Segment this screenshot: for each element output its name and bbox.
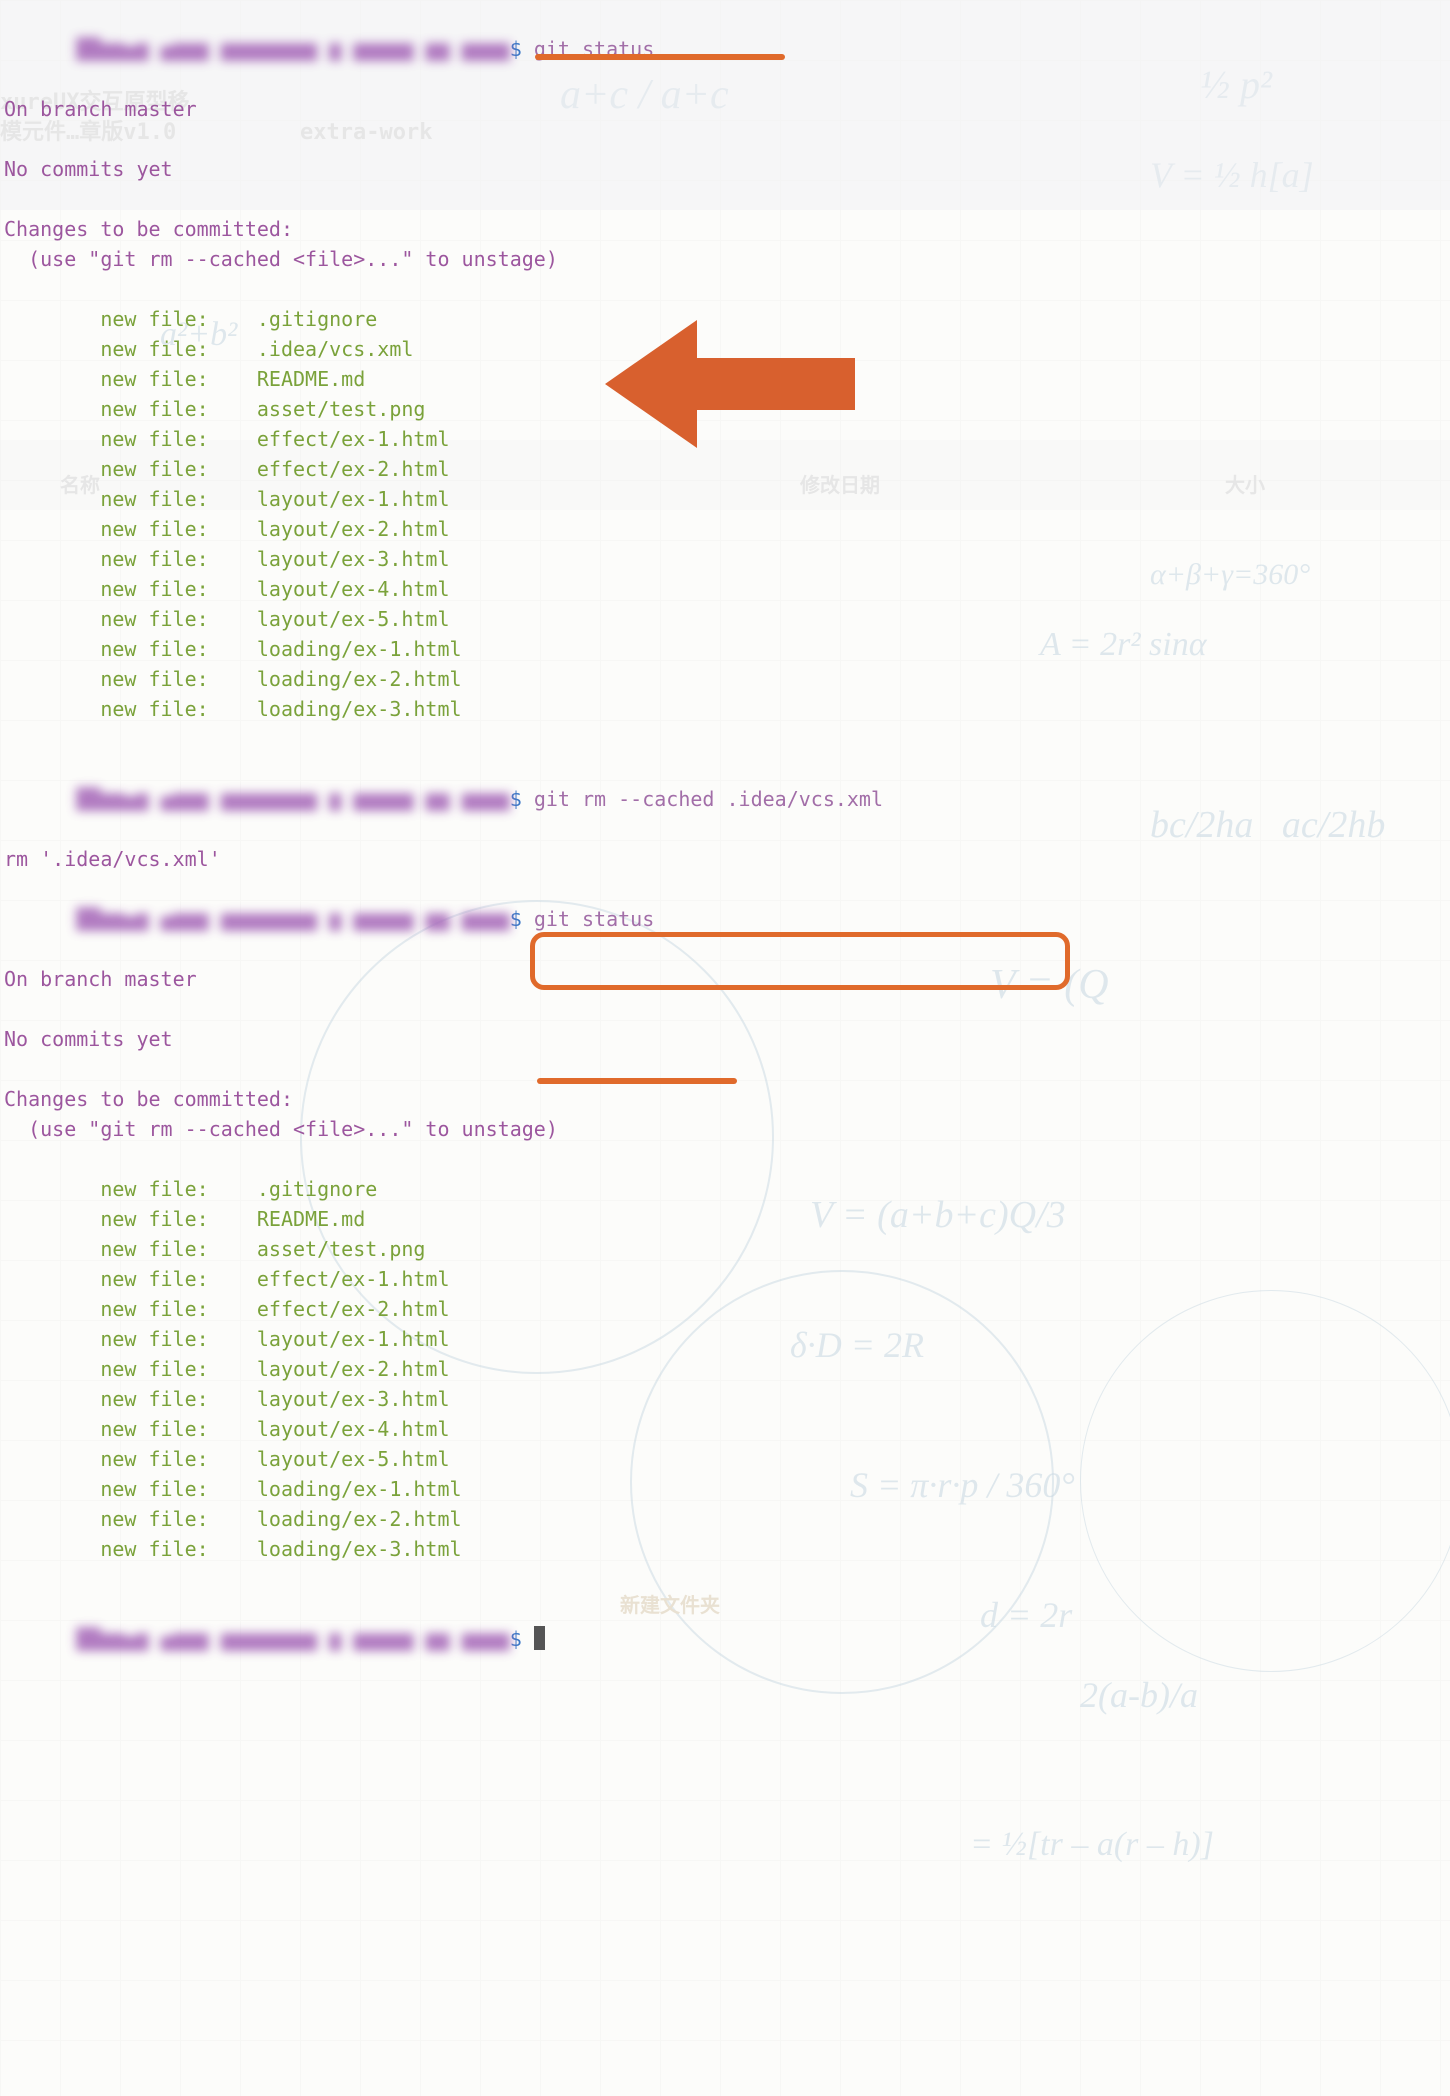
staged-file-row: new file: loading/ex-2.html <box>4 664 1446 694</box>
staged-file-row: new file: asset/test.png <box>4 1234 1446 1264</box>
staged-file-row: new file: layout/ex-2.html <box>4 1354 1446 1384</box>
no-commits-line: No commits yet <box>4 1024 1446 1054</box>
prompt-dollar-icon: $ <box>510 1627 534 1651</box>
prompt-blurred-path: ██▆▆▅▆ ▅▆▆▆ ▆▆▆▆▆▆▆▆ ▆ ▆▆▆▆▆ ▆▆ ▆▆▆▆ <box>76 37 509 61</box>
terminal-cursor[interactable] <box>534 1626 545 1650</box>
staged-file-row: new file: layout/ex-1.html <box>4 484 1446 514</box>
staged-file-row: new file: loading/ex-1.html <box>4 1474 1446 1504</box>
git-rm-command: git rm --cached .idea/vcs.xml <box>534 787 883 811</box>
staged-file-row: new file: layout/ex-1.html <box>4 1324 1446 1354</box>
branch-line: On branch master <box>4 94 1446 124</box>
staged-file-row: new file: layout/ex-2.html <box>4 514 1446 544</box>
staged-file-row: new file: layout/ex-3.html <box>4 1384 1446 1414</box>
prompt-blurred-path: ██▆▆▅▆ ▅▆▆▆ ▆▆▆▆▆▆▆▆ ▆ ▆▆▆▆▆ ▆▆ ▆▆▆▆ <box>76 1627 509 1651</box>
staged-file-row: new file: .gitignore <box>4 1174 1446 1204</box>
staged-file-row: new file: layout/ex-3.html <box>4 544 1446 574</box>
staged-file-row: new file: effect/ex-2.html <box>4 454 1446 484</box>
no-commits-line: No commits yet <box>4 154 1446 184</box>
staged-file-row: new file: layout/ex-4.html <box>4 574 1446 604</box>
staged-file-row: new file: effect/ex-1.html <box>4 1264 1446 1294</box>
staged-file-row: new file: loading/ex-2.html <box>4 1504 1446 1534</box>
prompt-dollar-icon: $ <box>510 787 522 811</box>
underline-annotation-icon <box>535 54 785 60</box>
staged-file-row: new file: effect/ex-1.html <box>4 424 1446 454</box>
staged-file-row: new file: asset/test.png <box>4 394 1446 424</box>
unstage-hint: (use "git rm --cached <file>..." to unst… <box>4 244 1446 274</box>
rm-output: rm '.idea/vcs.xml' <box>4 844 1446 874</box>
changes-header: Changes to be committed: <box>4 1084 1446 1114</box>
staged-file-row: new file: layout/ex-5.html <box>4 1444 1446 1474</box>
prompt-blurred-path: ██▆▆▅▆ ▅▆▆▆ ▆▆▆▆▆▆▆▆ ▆ ▆▆▆▆▆ ▆▆ ▆▆▆▆ <box>76 787 509 811</box>
staged-file-row: new file: loading/ex-1.html <box>4 634 1446 664</box>
prompt-dollar-icon: $ <box>510 907 522 931</box>
staged-file-row: new file: loading/ex-3.html <box>4 1534 1446 1564</box>
git-status-command: git status <box>534 907 654 931</box>
staged-file-row: new file: layout/ex-4.html <box>4 1414 1446 1444</box>
staged-file-row: new file: .gitignore <box>4 304 1446 334</box>
staged-file-row: new file: layout/ex-5.html <box>4 604 1446 634</box>
changes-header: Changes to be committed: <box>4 214 1446 244</box>
staged-file-row: new file: .idea/vcs.xml <box>4 334 1446 364</box>
prompt-blurred-path: ██▆▆▅▆ ▅▆▆▆ ▆▆▆▆▆▆▆▆ ▆ ▆▆▆▆▆ ▆▆ ▆▆▆▆ <box>76 907 509 931</box>
staged-file-row: new file: effect/ex-2.html <box>4 1294 1446 1324</box>
underline-annotation-icon <box>537 1078 737 1084</box>
highlight-box-icon <box>530 932 1070 990</box>
unstage-hint: (use "git rm --cached <file>..." to unst… <box>4 1114 1446 1144</box>
staged-file-row: new file: loading/ex-3.html <box>4 694 1446 724</box>
terminal[interactable]: ██▆▆▅▆ ▅▆▆▆ ▆▆▆▆▆▆▆▆ ▆ ▆▆▆▆▆ ▆▆ ▆▆▆▆$ gi… <box>0 0 1450 1688</box>
staged-file-row: new file: README.md <box>4 364 1446 394</box>
prompt-dollar-icon: $ <box>510 37 534 61</box>
staged-file-row: new file: README.md <box>4 1204 1446 1234</box>
